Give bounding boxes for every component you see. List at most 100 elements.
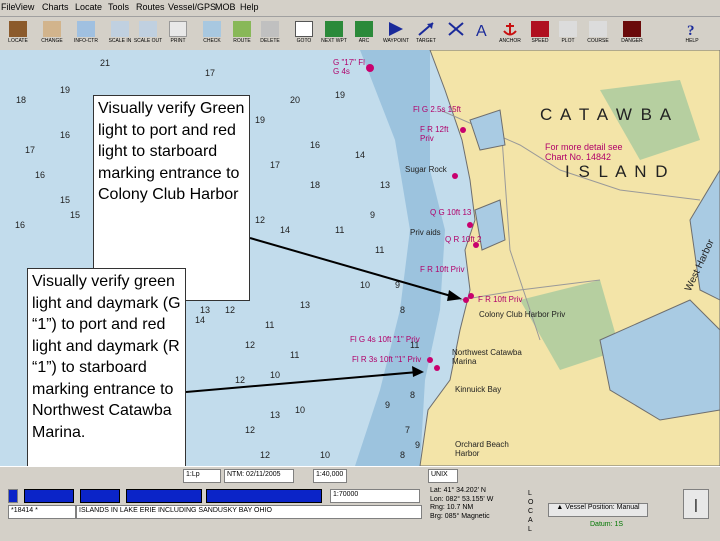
depth-sounding: 11 [335,225,345,235]
arrow-diagonal-icon [418,22,434,36]
menu-file[interactable]: File [1,2,16,12]
status-blue-field [206,489,322,503]
tb-route[interactable]: ROUTE [230,19,254,47]
depth-sounding: 7 [405,425,411,435]
depth-sounding: 8 [400,450,406,460]
lat-value: 41° 34.202' N [443,487,486,494]
scale-select[interactable]: 1:Lp [183,469,221,483]
toolbar: LOCATE CHANGE INFO-CTR SCALE IN SCALE OU… [0,17,720,51]
label-sugar-rock: Sugar Rock [405,165,447,174]
menu-locate[interactable]: Locate [75,2,102,12]
tb-waypoint-set[interactable] [444,19,468,47]
depth-sounding: 17 [270,160,281,170]
label-g17: G "17" Fl G 4s [333,58,365,76]
position-readout: Lat: 41° 34.202' N Lon: 082° 53.155' W R… [430,487,493,521]
light-marker-nw-red[interactable] [434,365,440,371]
tb-delete[interactable]: DELETE [258,19,282,47]
pause-button[interactable]: | [683,489,709,519]
pointer-icon [295,21,313,37]
tb-next-wpt[interactable]: NEXT WPT [321,19,347,47]
tb-speed[interactable]: SPEED [528,19,552,47]
tb-locate[interactable]: LOCATE [6,19,30,47]
light-marker[interactable] [467,222,473,228]
local-indicator: L O C A L [528,490,534,533]
plot-icon [559,21,577,37]
tb-check[interactable]: CHECK [200,19,224,47]
tb-info[interactable]: INFO-CTR [74,19,98,47]
depth-sounding: 12 [260,450,271,460]
tb-label: DANGER [621,38,643,44]
tb-text[interactable]: A [470,19,494,47]
menu-bar: File View Charts Locate Tools Routes Ves… [0,0,720,17]
pencil-icon [43,21,61,37]
light-marker[interactable] [460,127,466,133]
menu-mob[interactable]: MOB [215,2,236,12]
light-marker-colony-red[interactable] [468,293,474,299]
label-fr10: F R 10ft Priv [478,295,523,304]
tb-plot[interactable]: PLOT [556,19,580,47]
tb-scale-out[interactable]: SCALE OUT [134,19,162,47]
svg-text:?: ? [687,23,695,37]
crossed-arrows-icon [448,22,464,36]
depth-sounding: 14 [355,150,366,160]
callout-nw-catawba: Visually verify green light and daymark … [27,268,186,466]
tb-arc[interactable]: ARC [352,19,376,47]
light-marker[interactable] [452,173,458,179]
datum-label: Datum: 1S [590,521,624,528]
chart-info-box: 1:40,000 [313,469,347,483]
menu-view[interactable]: View [15,2,34,12]
depth-sounding: 13 [300,300,311,310]
depth-sounding: 19 [335,90,346,100]
depth-sounding: 10 [360,280,371,290]
menu-tools[interactable]: Tools [108,2,129,12]
menu-vessel-gps[interactable]: Vessel/GPS [168,2,216,12]
tb-scale-in[interactable]: SCALE IN [108,19,132,47]
menu-routes[interactable]: Routes [136,2,165,12]
menu-charts[interactable]: Charts [42,2,69,12]
tb-course[interactable]: COURSE [586,19,610,47]
flag-icon [325,21,343,37]
rng-value: 10.7 NM [446,504,474,511]
depth-sounding: 13 [380,180,391,190]
depth-sounding: 14 [280,225,291,235]
svg-text:A: A [476,23,487,37]
depth-sounding: 13 [270,410,281,420]
tb-target[interactable]: TARGET [414,19,438,47]
label-catawba: C A T A W B A [540,105,674,124]
tb-label: CHANGE [41,38,63,44]
depth-sounding: 15 [70,210,81,220]
tb-anchor[interactable]: ANCHOR [498,19,522,47]
depth-sounding: 20 [290,95,301,105]
tb-label: PLOT [561,38,575,44]
tb-print[interactable]: PRINT [166,19,190,47]
depth-sounding: 18 [310,180,321,190]
scale-readout: 1:70000 [330,489,420,503]
anchor-icon [503,23,517,36]
nautical-chart[interactable]: 2119201819171819171618161516171514161514… [0,50,720,466]
depth-sounding: 10 [270,370,281,380]
blue-indicator [8,489,18,503]
label-r1: Fl R 3s 10ft "1" Priv [352,355,422,364]
zoom-in-icon [111,21,129,37]
depth-sounding: 9 [370,210,376,220]
depth-sounding: 16 [15,220,26,230]
status-blue-field [80,489,120,503]
tb-waypoint[interactable]: WAYPOINT [383,19,409,47]
tb-change[interactable]: CHANGE [40,19,64,47]
depth-sounding: 14 [195,315,206,325]
menu-help[interactable]: Help [240,2,259,12]
depth-sounding: 16 [310,140,321,150]
course-icon [589,21,607,37]
tb-help[interactable]: ? HELP [680,19,704,47]
depth-sounding: 17 [25,145,36,155]
vessel-position-button[interactable]: ▲ Vessel Position: Manual [548,503,648,517]
depth-sounding: 8 [410,390,416,400]
scale-value: Lp [191,471,200,478]
vessel-position-label: Vessel Position: Manual [565,504,640,511]
tb-label: HELP [685,38,699,44]
tb-danger[interactable]: DANGER [620,19,644,47]
tb-goto[interactable]: GOTO [292,19,316,47]
light-marker-colony-green[interactable] [463,297,469,303]
label-qr: Q R 10ft 2 [445,235,482,244]
label-colony-harbor: Colony Club Harbor Priv [479,310,566,319]
